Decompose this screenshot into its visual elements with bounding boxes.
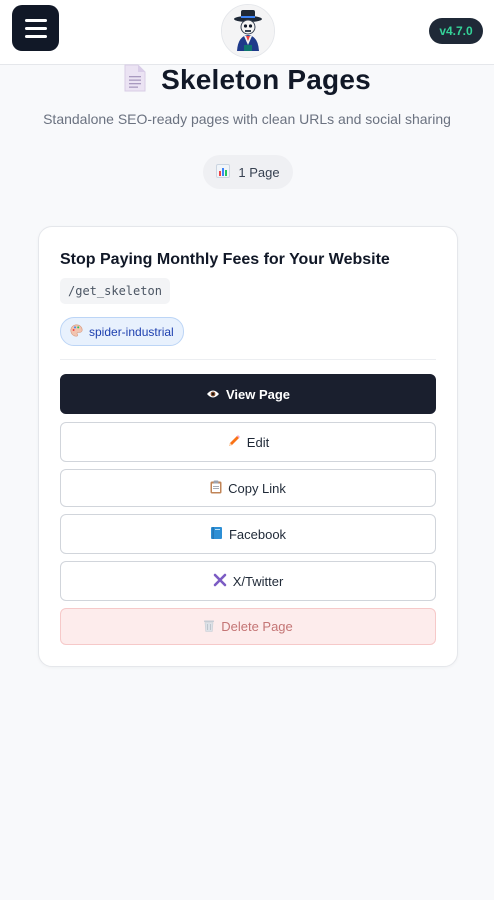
view-page-button[interactable]: View Page [60, 374, 436, 414]
version-badge: v4.7.0 [429, 18, 483, 44]
delete-page-label: Delete Page [221, 619, 293, 634]
page-header: Skeleton Pages [0, 62, 494, 98]
theme-tag-label: spider-industrial [89, 324, 174, 339]
twitter-label: X/Twitter [232, 573, 284, 589]
skeleton-logo-icon [222, 5, 274, 57]
book-icon [210, 526, 223, 542]
x-icon [213, 573, 227, 589]
chart-icon [216, 164, 231, 180]
view-page-label: View Page [225, 386, 291, 402]
delete-page-button[interactable]: Delete Page [60, 608, 436, 645]
menu-icon-line [24, 18, 47, 22]
trash-icon [203, 619, 215, 634]
card-title: Stop Paying Monthly Fees for Your Websit… [60, 251, 390, 268]
menu-icon-line [24, 34, 47, 38]
copy-link-button[interactable]: Copy Link [60, 469, 436, 507]
theme-tag: spider-industrial [60, 317, 184, 346]
twitter-share-button[interactable]: X/Twitter [60, 561, 436, 601]
divider [60, 359, 436, 360]
page-slug: /get_skeleton [60, 278, 170, 304]
pencil-icon [227, 434, 241, 450]
page-count-badge: 1 Page [203, 155, 293, 189]
page-count-label: 1 Page [238, 164, 280, 180]
eye-icon [206, 388, 220, 401]
menu-button[interactable] [12, 5, 59, 51]
page-subtitle: Standalone SEO-ready pages with clean UR… [43, 111, 451, 127]
copy-link-label: Copy Link [228, 480, 286, 496]
edit-label: Edit [246, 434, 270, 450]
edit-button[interactable]: Edit [60, 422, 436, 462]
document-icon [123, 63, 147, 97]
page-title: Skeleton Pages [161, 64, 371, 95]
facebook-label: Facebook [228, 526, 287, 542]
top-bar: v4.7.0 [0, 0, 494, 65]
facebook-share-button[interactable]: Facebook [60, 514, 436, 554]
clipboard-icon [210, 480, 222, 496]
palette-icon [70, 324, 83, 339]
skeleton-logo[interactable] [221, 4, 275, 58]
menu-icon-line [24, 26, 47, 30]
page-card: Stop Paying Monthly Fees for Your Websit… [38, 226, 458, 667]
